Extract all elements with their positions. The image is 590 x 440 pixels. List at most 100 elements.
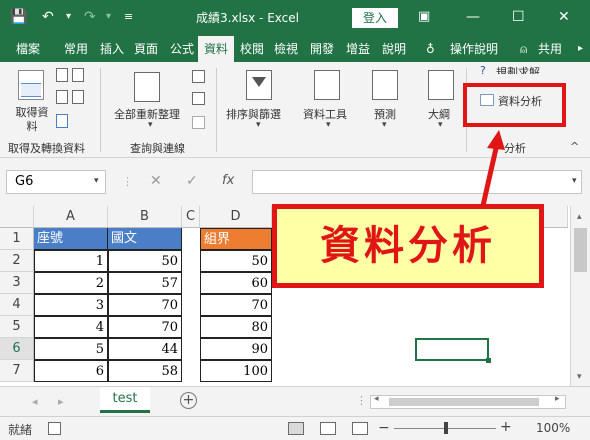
tab-help[interactable]: 說明: [382, 36, 406, 62]
tab-review[interactable]: 校閱: [240, 36, 264, 62]
column-header-d[interactable]: D: [200, 206, 272, 228]
get-data-button[interactable]: 取得資 料: [12, 106, 52, 134]
cell-d5[interactable]: 80: [200, 316, 272, 338]
from-table-icon[interactable]: [56, 90, 68, 104]
properties-icon[interactable]: [192, 92, 205, 105]
horizontal-scrollbar[interactable]: ◂ ▸: [370, 394, 566, 409]
row-header[interactable]: 7: [0, 360, 34, 382]
tab-view[interactable]: 檢視: [274, 36, 298, 62]
cell-b2[interactable]: 50: [108, 250, 182, 272]
page-layout-view-icon[interactable]: [320, 422, 336, 435]
cell-d4[interactable]: 70: [200, 294, 272, 316]
selected-cell-g6[interactable]: [415, 338, 489, 361]
row-header[interactable]: 3: [0, 272, 34, 294]
outline-dropdown-icon[interactable]: ▾: [438, 120, 443, 130]
tab-data[interactable]: 資料: [198, 36, 235, 62]
solver-button[interactable]: 規劃求解: [496, 66, 540, 74]
user-icon[interactable]: ⍝: [520, 36, 527, 62]
redo-dropdown-icon[interactable]: ▾: [106, 8, 111, 26]
maximize-icon[interactable]: ☐: [512, 8, 525, 26]
undo-dropdown-icon[interactable]: ▾: [66, 8, 71, 26]
forecast-icon[interactable]: [372, 70, 398, 100]
close-icon[interactable]: ✕: [558, 8, 570, 26]
cell-a7[interactable]: 6: [34, 360, 108, 382]
cell-a2[interactable]: 1: [34, 250, 108, 272]
column-header-a[interactable]: A: [34, 206, 108, 228]
recent-sources-icon[interactable]: [72, 90, 84, 104]
cell-d3[interactable]: 60: [200, 272, 272, 294]
existing-connections-icon[interactable]: [56, 114, 68, 128]
cell-b3[interactable]: 57: [108, 272, 182, 294]
save-icon[interactable]: 💾: [10, 8, 27, 26]
scroll-right-icon[interactable]: ▸: [555, 394, 560, 404]
customize-qat-icon[interactable]: ≡: [124, 8, 133, 26]
hscroll-thumb[interactable]: [389, 398, 539, 406]
expand-formula-icon[interactable]: ▾: [572, 176, 577, 186]
tab-file[interactable]: 檔案: [16, 36, 40, 62]
sort-filter-dropdown-icon[interactable]: ▾: [256, 120, 261, 130]
tab-formulas[interactable]: 公式: [170, 36, 194, 62]
sheet-tab-test[interactable]: test: [100, 387, 150, 413]
tab-insert[interactable]: 插入: [100, 36, 124, 62]
formula-input[interactable]: [252, 170, 582, 194]
zoom-slider-thumb[interactable]: [444, 422, 448, 434]
cell-b1[interactable]: 國文: [108, 228, 182, 250]
name-box-dropdown-icon[interactable]: ▾: [94, 176, 99, 186]
tab-developer[interactable]: 開發: [310, 36, 334, 62]
data-tools-icon[interactable]: [314, 70, 340, 100]
row-header[interactable]: 1: [0, 228, 34, 250]
insert-function-icon[interactable]: fx: [222, 173, 234, 188]
select-all-corner[interactable]: [0, 206, 34, 228]
solver-icon[interactable]: ?: [480, 64, 486, 77]
add-sheet-icon[interactable]: +: [180, 392, 197, 409]
data-tools-dropdown-icon[interactable]: ▾: [326, 120, 331, 130]
enter-icon[interactable]: ✓: [186, 173, 198, 189]
scroll-thumb[interactable]: [574, 228, 587, 272]
cell-d2[interactable]: 50: [200, 250, 272, 272]
cell-a1[interactable]: 座號: [34, 228, 108, 250]
scroll-up-icon[interactable]: ▴: [577, 212, 582, 222]
cell-b6[interactable]: 44: [108, 338, 182, 360]
vertical-scrollbar[interactable]: ▴ ▾: [570, 206, 590, 386]
tabs-splitter-icon[interactable]: ⋮: [356, 394, 367, 407]
refresh-all-button[interactable]: 全部重新整理: [114, 106, 180, 122]
scroll-down-icon[interactable]: ▾: [577, 372, 582, 382]
from-text-icon[interactable]: [56, 68, 68, 82]
cancel-icon[interactable]: ✕: [150, 173, 162, 189]
row-header[interactable]: 5: [0, 316, 34, 338]
data-tools-button[interactable]: 資料工具: [303, 106, 347, 122]
cell-d7[interactable]: 100: [200, 360, 272, 382]
filter-funnel-icon[interactable]: [246, 70, 272, 100]
tab-home[interactable]: 常用: [64, 36, 88, 62]
scroll-left-icon[interactable]: ◂: [374, 394, 379, 404]
tab-page-layout[interactable]: 頁面: [134, 36, 158, 62]
zoom-out-icon[interactable]: −: [378, 420, 390, 436]
refresh-all-icon[interactable]: [134, 72, 160, 102]
sheet-next-icon[interactable]: ▸: [58, 395, 64, 408]
fill-handle[interactable]: [486, 358, 491, 363]
edit-links-icon[interactable]: [192, 116, 205, 129]
row-header[interactable]: 4: [0, 294, 34, 316]
normal-view-icon[interactable]: [288, 422, 304, 435]
name-box[interactable]: G6: [6, 170, 106, 194]
redo-icon[interactable]: ↷: [84, 8, 96, 26]
cell-d6[interactable]: 90: [200, 338, 272, 360]
tab-addins[interactable]: 增益: [346, 36, 370, 62]
cell-b4[interactable]: 70: [108, 294, 182, 316]
ribbon-display-icon[interactable]: ▣: [418, 8, 430, 26]
tabs-scroll-right-icon[interactable]: ▸: [578, 36, 583, 62]
undo-icon[interactable]: ↶: [42, 8, 54, 26]
collapse-ribbon-icon[interactable]: ^: [570, 140, 579, 153]
cell-b5[interactable]: 70: [108, 316, 182, 338]
lightbulb-icon[interactable]: ♁: [426, 36, 435, 62]
tell-me-search[interactable]: 操作說明: [450, 36, 498, 62]
page-break-view-icon[interactable]: [352, 422, 368, 435]
queries-connections-icon[interactable]: [192, 70, 205, 83]
row-header-selected[interactable]: 6: [0, 338, 34, 360]
column-header-b[interactable]: B: [108, 206, 182, 228]
cell-d1[interactable]: 組界: [200, 228, 272, 250]
macro-record-icon[interactable]: [48, 422, 61, 435]
cell-a4[interactable]: 3: [34, 294, 108, 316]
zoom-level[interactable]: 100%: [536, 421, 570, 435]
cell-a3[interactable]: 2: [34, 272, 108, 294]
